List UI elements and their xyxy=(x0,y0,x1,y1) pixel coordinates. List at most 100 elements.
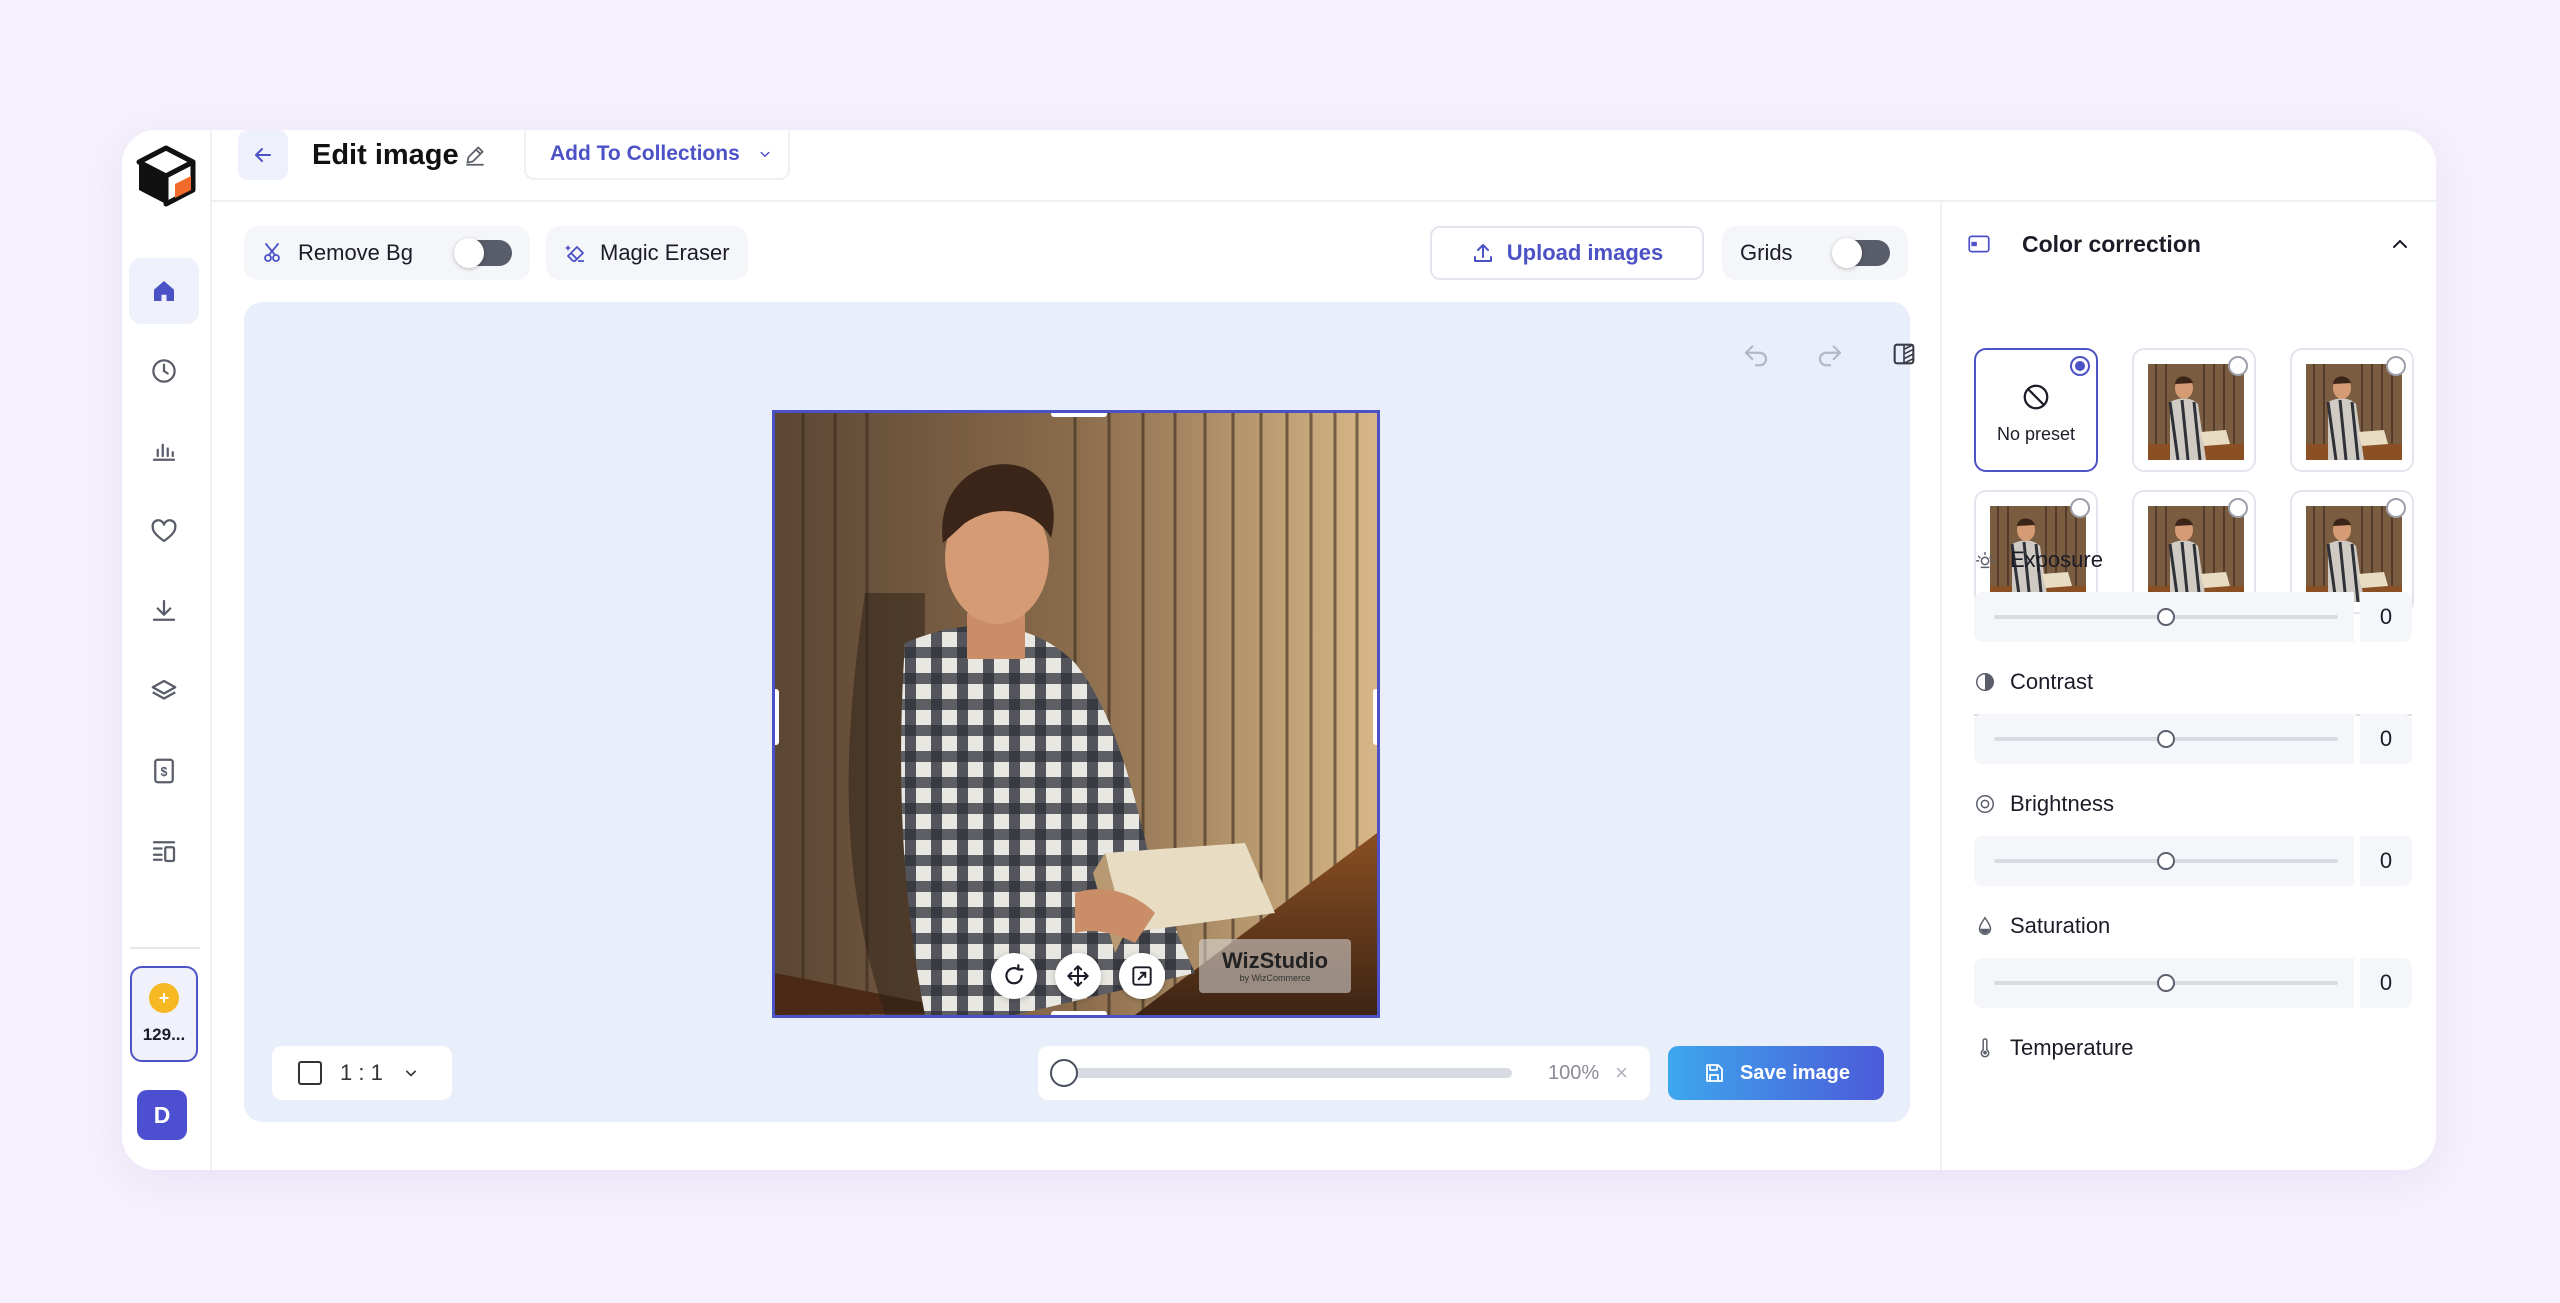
no-preset-content: No preset xyxy=(1976,382,2096,445)
sidebar: $ + 129... D xyxy=(122,130,212,1170)
arrow-left-icon xyxy=(255,148,271,162)
credits-count: 129... xyxy=(142,1025,186,1044)
zoom-reset-button[interactable]: × xyxy=(1615,1060,1628,1086)
catalog-icon xyxy=(152,841,176,863)
zoom-slider-handle[interactable] xyxy=(1050,1059,1078,1087)
zoom-slider[interactable] xyxy=(1050,1059,1512,1087)
contrast-value[interactable]: 0 xyxy=(2360,714,2412,764)
grids-toggle[interactable] xyxy=(1832,238,1890,268)
chevron-up-icon[interactable] xyxy=(2388,232,2412,256)
sidebar-item-catalog[interactable] xyxy=(129,818,199,884)
preset-3[interactable] xyxy=(2290,348,2414,472)
slider-handle[interactable] xyxy=(2157,852,2175,870)
upload-images-button[interactable]: Upload images xyxy=(1430,226,1704,280)
sidebar-item-home[interactable] xyxy=(129,258,199,324)
square-ratio-icon xyxy=(298,1061,322,1085)
zoom-control: 100% × xyxy=(1038,1046,1650,1100)
rotate-button[interactable] xyxy=(991,953,1037,999)
zoom-value: 100% xyxy=(1547,1061,1600,1084)
credits-badge[interactable]: + 129... xyxy=(130,966,198,1062)
save-image-button[interactable]: Save image xyxy=(1668,1046,1884,1100)
adjustment-header: Temperature xyxy=(1974,1030,2412,1066)
no-preset-label: No preset xyxy=(1996,424,2076,444)
adjustment-header: Brightness xyxy=(1974,786,2412,822)
move-button[interactable] xyxy=(1055,953,1101,999)
preset-radio[interactable] xyxy=(2228,498,2248,518)
adjustment-contrast: Contrast 0 xyxy=(1974,664,2412,764)
slider-handle[interactable] xyxy=(2157,608,2175,626)
history-icon xyxy=(152,359,176,383)
adjustment-header: Exposure xyxy=(1974,542,2412,578)
sidebar-item-billing[interactable]: $ xyxy=(129,738,199,804)
saturation-value[interactable]: 0 xyxy=(2360,958,2412,1008)
svg-text:$: $ xyxy=(161,765,168,779)
back-button[interactable] xyxy=(238,130,288,180)
undo-icon xyxy=(1744,345,1768,367)
contrast-slider[interactable] xyxy=(1974,714,2354,764)
image-preview[interactable]: WizStudio by WizCommerce xyxy=(772,410,1380,1018)
preset-radio[interactable] xyxy=(2228,356,2248,376)
slider-handle[interactable] xyxy=(2157,730,2175,748)
exposure-slider[interactable] xyxy=(1974,592,2354,642)
adjustment-brightness: Brightness 0 xyxy=(1974,786,2412,886)
redo-button[interactable] xyxy=(1808,332,1852,376)
aspect-ratio-select[interactable]: 1 : 1 xyxy=(272,1046,452,1100)
adjustment-label: Exposure xyxy=(2010,547,2103,572)
sidebar-item-history[interactable] xyxy=(129,338,199,404)
adjustment-control: 0 xyxy=(1974,714,2412,764)
sidebar-item-favorites[interactable] xyxy=(129,498,199,564)
magic-eraser-button[interactable]: Magic Eraser xyxy=(546,226,748,280)
crop-handle-left[interactable] xyxy=(775,689,779,745)
adjustment-header: Saturation xyxy=(1974,908,2412,944)
adjustment-saturation: Saturation 0 xyxy=(1974,908,2412,1008)
color-correction-header[interactable]: Color correction xyxy=(1966,222,2412,266)
grids-label: Grids xyxy=(1740,240,1793,265)
magic-eraser-label: Magic Eraser xyxy=(600,240,730,265)
rename-button[interactable] xyxy=(462,142,488,168)
preset-radio[interactable] xyxy=(2070,356,2090,376)
remove-bg-toggle[interactable] xyxy=(454,238,512,268)
editor-canvas: WizStudio by WizCommerce 1 : 1 100% × Sa… xyxy=(244,302,1915,1122)
remove-bg-control: Remove Bg xyxy=(244,226,530,280)
sidebar-item-layers[interactable] xyxy=(129,658,199,724)
crop-handle-top[interactable] xyxy=(1051,413,1107,417)
crop-handle-right[interactable] xyxy=(1373,689,1377,745)
no-preset-icon xyxy=(2023,384,2049,410)
adjustment-temperature: Temperature xyxy=(1974,1030,2412,1130)
adjustment-control: 0 xyxy=(1974,958,2412,1008)
slider-handle[interactable] xyxy=(2157,974,2175,992)
brightness-icon xyxy=(1976,795,1994,813)
adjustment-control: 0 xyxy=(1974,836,2412,886)
exposure-value[interactable]: 0 xyxy=(2360,592,2412,642)
compare-icon xyxy=(1893,343,1915,365)
app-window: $ + 129... D Edit image Add To Collectio… xyxy=(122,130,2436,1170)
save-icon xyxy=(1706,1064,1723,1082)
preset-radio[interactable] xyxy=(2386,498,2406,518)
undo-button[interactable] xyxy=(1734,332,1778,376)
home-icon xyxy=(154,281,174,301)
saturation-slider[interactable] xyxy=(1974,958,2354,1008)
adjustment-label: Temperature xyxy=(2010,1035,2134,1060)
sidebar-item-downloads[interactable] xyxy=(129,578,199,644)
crop-handle-bottom[interactable] xyxy=(1051,1011,1107,1015)
watermark-brand: WizStudio xyxy=(1221,948,1329,973)
compare-button[interactable] xyxy=(1882,332,1926,376)
redo-icon xyxy=(1818,345,1842,367)
sidebar-item-analytics[interactable] xyxy=(129,418,199,484)
aspect-ratio-label: 1 : 1 xyxy=(340,1060,383,1085)
preset-radio[interactable] xyxy=(2386,356,2406,376)
preset-radio[interactable] xyxy=(2070,498,2090,518)
sidebar-divider xyxy=(130,947,200,949)
add-to-collections-button[interactable]: Add To Collections xyxy=(524,130,790,180)
app-logo[interactable] xyxy=(135,144,197,208)
scissors-icon xyxy=(264,243,280,262)
preset-2[interactable] xyxy=(2132,348,2256,472)
brightness-value[interactable]: 0 xyxy=(2360,836,2412,886)
preset-none[interactable]: No preset xyxy=(1974,348,2098,472)
brightness-slider[interactable] xyxy=(1974,836,2354,886)
resize-button[interactable] xyxy=(1119,953,1165,999)
magic-eraser-icon xyxy=(565,245,584,262)
user-avatar[interactable]: D xyxy=(137,1090,187,1140)
watermark: WizStudio by WizCommerce xyxy=(1199,939,1351,993)
move-icon xyxy=(1067,965,1089,987)
